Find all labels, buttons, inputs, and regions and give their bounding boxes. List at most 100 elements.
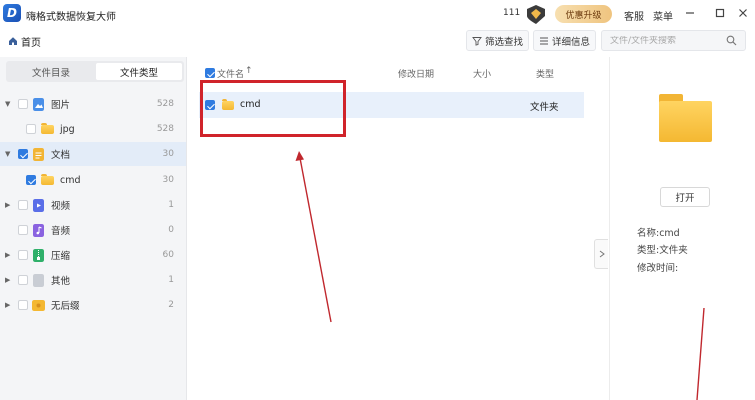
tree-item-documents[interactable]: ▼ 文档 30 bbox=[0, 142, 186, 166]
vip-badge-icon[interactable] bbox=[525, 4, 547, 24]
tree-checkbox[interactable] bbox=[26, 124, 36, 134]
chevron-right-icon bbox=[599, 250, 605, 258]
tree-item-other[interactable]: ▶ 其他 1 bbox=[0, 268, 186, 292]
tree-count: 0 bbox=[168, 225, 174, 235]
title-bar: D 嗨格式数据恢复大师 111 优惠升级 客服 菜单 bbox=[0, 0, 755, 28]
search-box[interactable] bbox=[601, 30, 746, 51]
maximize-icon bbox=[715, 8, 725, 18]
maximize-button[interactable] bbox=[713, 6, 727, 20]
video-icon bbox=[33, 198, 44, 212]
tree-checkbox[interactable] bbox=[18, 250, 28, 260]
app-title: 嗨格式数据恢复大师 bbox=[26, 12, 116, 23]
document-icon bbox=[33, 147, 44, 161]
preview-collapse-handle[interactable] bbox=[594, 239, 608, 269]
tree-label: 图片 bbox=[51, 100, 71, 111]
detail-info-button[interactable]: 详细信息 bbox=[533, 30, 597, 51]
sort-arrow-up-icon[interactable]: ↑ bbox=[245, 66, 253, 76]
open-button[interactable]: 打开 bbox=[660, 187, 710, 207]
other-file-icon bbox=[33, 273, 44, 287]
file-type-panel: 文件目录 文件类型 ▼ 图片 528 jpg 528 ▼ 文档 30 cmd 3… bbox=[0, 57, 187, 400]
filter-search-label: 筛选查找 bbox=[485, 36, 524, 48]
tree-checkbox[interactable] bbox=[18, 275, 28, 285]
select-all-checkbox[interactable] bbox=[205, 68, 215, 78]
list-icon bbox=[540, 37, 548, 44]
preview-modified: 修改时间: bbox=[637, 263, 679, 274]
expand-caret-icon[interactable]: ▶ bbox=[5, 201, 10, 209]
tree-label: 其他 bbox=[51, 276, 71, 287]
column-modified[interactable]: 修改日期 bbox=[398, 67, 434, 80]
tree-checkbox[interactable] bbox=[18, 200, 28, 210]
user-counter: 111 bbox=[503, 8, 521, 18]
tab-file-type[interactable]: 文件类型 bbox=[96, 63, 182, 80]
tree-item-audio[interactable]: 音频 0 bbox=[0, 218, 186, 242]
tree-label: 视频 bbox=[51, 201, 71, 212]
file-type: 文件夹 bbox=[530, 102, 559, 113]
tree-count: 1 bbox=[168, 275, 174, 285]
tree-item-jpg[interactable]: jpg 528 bbox=[0, 117, 186, 141]
preview-name: 名称:cmd bbox=[637, 228, 680, 239]
home-button[interactable]: 首页 bbox=[8, 31, 41, 51]
tree-label: 无后缀 bbox=[51, 301, 80, 312]
tree-label: 文档 bbox=[51, 150, 71, 161]
column-name[interactable]: 文件名 bbox=[217, 67, 244, 80]
close-icon bbox=[739, 9, 747, 17]
annotation-arrowhead bbox=[295, 151, 304, 161]
support-link[interactable]: 客服 bbox=[624, 8, 644, 23]
tree-item-no-extension[interactable]: ▶ 无后缀 2 bbox=[0, 293, 186, 317]
audio-icon bbox=[33, 223, 44, 237]
tree-checkbox[interactable] bbox=[26, 175, 36, 185]
minimize-icon bbox=[686, 12, 694, 14]
annotation-arrow-line bbox=[299, 157, 332, 323]
expand-caret-icon[interactable]: ▼ bbox=[5, 100, 10, 108]
annotation-highlight-box bbox=[200, 80, 346, 137]
menu-link[interactable]: 菜单 bbox=[653, 8, 673, 23]
tree-count: 1 bbox=[168, 200, 174, 210]
tree-label: 压缩 bbox=[51, 251, 71, 262]
view-switch: 文件目录 文件类型 bbox=[6, 61, 184, 82]
tab-file-directory[interactable]: 文件目录 bbox=[8, 63, 94, 80]
tree-label: cmd bbox=[60, 174, 81, 186]
tree-item-images[interactable]: ▼ 图片 528 bbox=[0, 92, 186, 116]
filter-search-button[interactable]: 筛选查找 bbox=[466, 30, 530, 51]
expand-caret-icon[interactable]: ▶ bbox=[5, 276, 10, 284]
tree-checkbox[interactable] bbox=[18, 149, 28, 159]
expand-caret-icon[interactable]: ▶ bbox=[5, 301, 10, 309]
folder-icon bbox=[41, 174, 54, 185]
tree-count: 2 bbox=[168, 300, 174, 310]
search-input[interactable] bbox=[610, 35, 718, 46]
tree-count: 30 bbox=[162, 149, 174, 159]
tree-count: 30 bbox=[162, 175, 174, 185]
minimize-button[interactable] bbox=[683, 6, 697, 20]
detail-info-label: 详细信息 bbox=[552, 36, 591, 48]
archive-icon bbox=[33, 248, 44, 262]
app-logo-icon: D bbox=[3, 4, 21, 22]
folder-icon bbox=[41, 123, 54, 134]
tree-item-video[interactable]: ▶ 视频 1 bbox=[0, 193, 186, 217]
tree-checkbox[interactable] bbox=[18, 225, 28, 235]
upgrade-offer-button[interactable]: 优惠升级 bbox=[555, 5, 612, 23]
toolbar: 首页 筛选查找 详细信息 bbox=[0, 28, 755, 55]
preview-folder-icon bbox=[659, 94, 712, 142]
column-size[interactable]: 大小 bbox=[473, 67, 491, 80]
tree-item-archive[interactable]: ▶ 压缩 60 bbox=[0, 243, 186, 267]
tree-count: 528 bbox=[156, 99, 174, 109]
expand-caret-icon[interactable]: ▼ bbox=[5, 150, 10, 158]
no-extension-icon bbox=[32, 300, 45, 311]
tree-label: jpg bbox=[60, 123, 75, 135]
tree-count: 528 bbox=[156, 124, 174, 134]
home-label: 首页 bbox=[21, 37, 41, 49]
expand-caret-icon[interactable]: ▶ bbox=[5, 251, 10, 259]
tree-checkbox[interactable] bbox=[18, 300, 28, 310]
tree-item-cmd[interactable]: cmd 30 bbox=[0, 168, 186, 192]
column-type[interactable]: 类型 bbox=[536, 67, 554, 80]
tree-checkbox[interactable] bbox=[18, 99, 28, 109]
tree-count: 60 bbox=[162, 250, 174, 260]
close-button[interactable] bbox=[736, 6, 750, 20]
app-window: D 嗨格式数据恢复大师 111 优惠升级 客服 菜单 首页 筛选查找 详细信息 … bbox=[0, 0, 755, 400]
preview-type: 类型:文件夹 bbox=[637, 245, 688, 256]
tree-label: 音频 bbox=[51, 226, 71, 237]
image-icon bbox=[33, 97, 44, 111]
home-icon bbox=[9, 37, 17, 45]
filter-icon bbox=[472, 36, 482, 46]
search-icon[interactable] bbox=[726, 35, 737, 46]
